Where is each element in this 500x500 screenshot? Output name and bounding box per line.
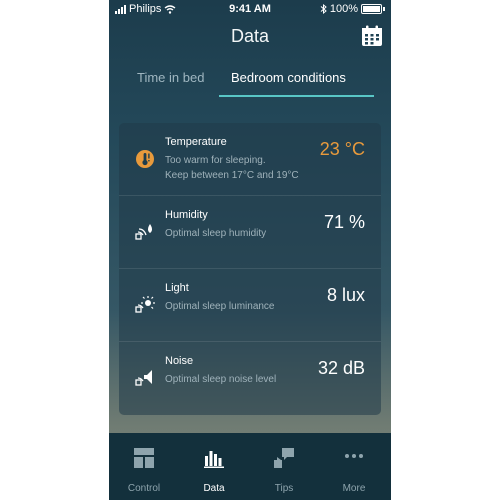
page-title: Data (230, 26, 270, 46)
condition-subtitle-line1: Optimal sleep noise level (165, 374, 277, 385)
tips-icon (274, 448, 294, 468)
tab-bar: Time in bed Bedroom conditions (109, 58, 391, 98)
noise-icon (135, 370, 152, 386)
tab-time-in-bed[interactable]: Time in bed (137, 70, 204, 85)
tab-active-indicator (219, 95, 374, 97)
nav-label: Control (127, 483, 161, 494)
nav-label: Tips (274, 483, 294, 494)
status-bar: Philips 9:41 AM 100% (109, 0, 391, 18)
battery-icon (361, 4, 382, 14)
nav-item-more[interactable]: More (319, 433, 389, 500)
nav-item-control[interactable]: Control (109, 433, 179, 500)
humidity-icon (135, 224, 152, 240)
condition-title: Humidity (165, 209, 208, 221)
condition-subtitle-line2: Keep between 17°C and 19°C (165, 170, 299, 181)
condition-title: Temperature (165, 136, 227, 148)
condition-value: 71 % (323, 212, 365, 232)
nav-item-tips[interactable]: Tips (249, 433, 319, 500)
condition-row-noise[interactable]: Noise Optimal sleep noise level 32 dB (119, 342, 381, 414)
condition-subtitle: Optimal sleep humidity (165, 226, 325, 241)
bluetooth-icon (320, 4, 327, 14)
calendar-icon[interactable] (361, 25, 383, 47)
condition-title: Light (165, 282, 189, 294)
battery-tip (383, 7, 385, 11)
phone-screen: Philips 9:41 AM 100% Data Time in bed Be… (109, 0, 391, 500)
condition-value: 8 lux (326, 285, 365, 305)
condition-row-humidity[interactable]: Humidity Optimal sleep humidity 71 % (119, 196, 381, 269)
tab-bedroom-conditions[interactable]: Bedroom conditions (231, 70, 346, 85)
nav-item-data[interactable]: Data (179, 433, 249, 500)
nav-label: Data (203, 483, 225, 494)
control-grid-icon (134, 448, 154, 468)
battery-percent: 100% (329, 3, 358, 15)
condition-subtitle: Too warm for sleeping. Keep between 17°C… (165, 153, 325, 183)
condition-subtitle-line1: Optimal sleep humidity (165, 228, 267, 239)
light-icon (135, 296, 155, 313)
status-right: 100% (320, 3, 385, 15)
condition-subtitle-line1: Optimal sleep luminance (165, 301, 275, 312)
condition-title: Noise (165, 355, 194, 367)
condition-row-temperature[interactable]: Temperature Too warm for sleeping. Keep … (119, 123, 381, 196)
header: Data (109, 18, 391, 58)
condition-value: 32 dB (317, 358, 365, 378)
condition-subtitle-line1: Too warm for sleeping. (165, 155, 266, 166)
nav-label: More (342, 483, 366, 494)
bottom-nav: Control Data Tips More (109, 433, 391, 500)
bar-chart-icon (204, 451, 224, 468)
thermometer-warning-icon (136, 150, 154, 168)
condition-subtitle: Optimal sleep luminance (165, 299, 325, 314)
condition-subtitle: Optimal sleep noise level (165, 372, 325, 387)
condition-row-light[interactable]: Light Optimal sleep luminance 8 lux (119, 269, 381, 342)
more-dots-icon (345, 454, 363, 458)
condition-value: 23 °C (319, 139, 365, 159)
conditions-card: Temperature Too warm for sleeping. Keep … (119, 123, 381, 415)
